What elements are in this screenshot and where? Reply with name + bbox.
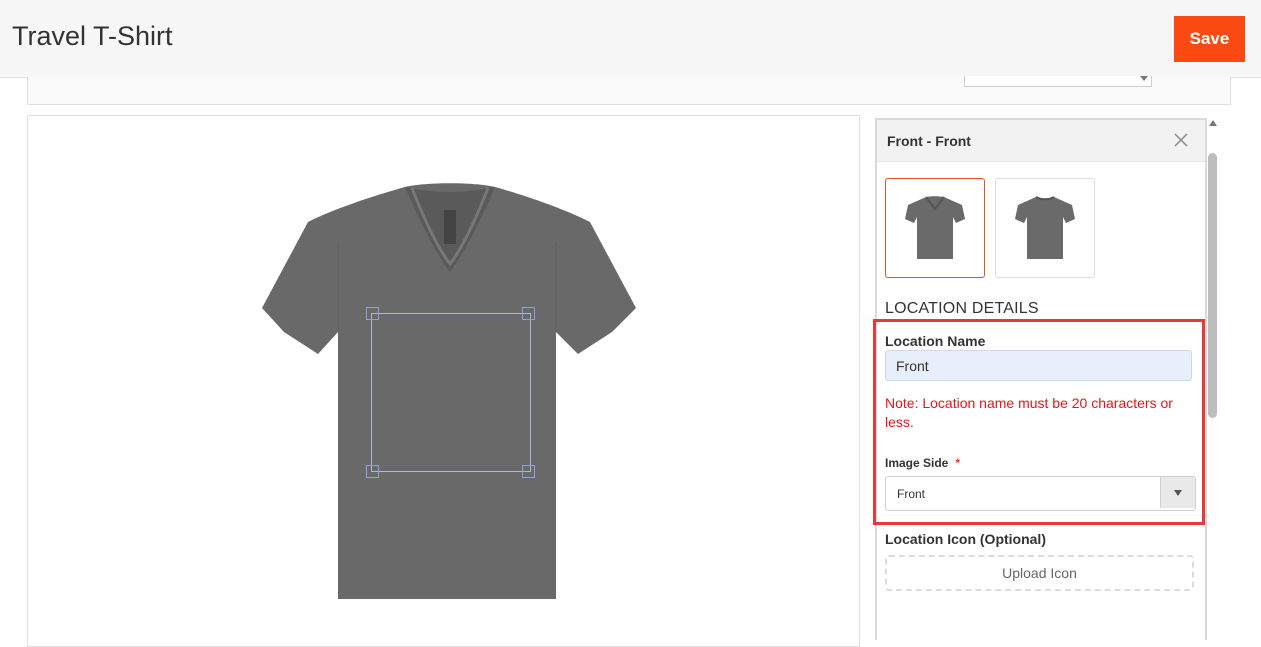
image-side-value: Front [897, 487, 926, 501]
validation-note: Note: Location name must be 20 character… [885, 395, 1173, 430]
resize-handle-bottom-left[interactable] [366, 465, 379, 478]
section-heading: LOCATION DETAILS [885, 300, 1039, 317]
image-side-select[interactable]: Front [885, 476, 1196, 511]
tshirt-back-icon [1015, 196, 1075, 259]
chevron-down-icon [1174, 490, 1182, 496]
page-title: Travel T-Shirt [12, 21, 173, 51]
location-icon-label: Location Icon (Optional) [885, 531, 1046, 547]
panel-title: Front - Front [887, 133, 971, 149]
back-thumbnail[interactable] [995, 178, 1095, 278]
panel-scrollbar[interactable] [1206, 115, 1220, 631]
scroll-up-arrow[interactable] [1209, 120, 1217, 126]
top-bar: Travel T-Shirt Save [0, 0, 1261, 78]
toolbar-strip [27, 76, 1231, 105]
location-name-label: Location Name [885, 333, 986, 349]
print-area-box[interactable] [371, 313, 531, 472]
scroll-thumb[interactable] [1208, 153, 1217, 418]
resize-handle-top-right[interactable] [522, 307, 535, 320]
resize-handle-top-left[interactable] [366, 307, 379, 320]
image-side-label: Image Side * [885, 456, 961, 470]
resize-handle-bottom-right[interactable] [522, 465, 535, 478]
design-canvas[interactable] [27, 115, 860, 647]
required-marker: * [955, 456, 961, 470]
tshirt-front-icon [905, 196, 965, 259]
save-button[interactable]: Save [1174, 16, 1245, 62]
location-panel: Front - Front LOCATION DETAILS Location … [875, 118, 1207, 640]
upload-icon-button[interactable]: Upload Icon [885, 555, 1194, 591]
location-name-input[interactable] [885, 350, 1192, 381]
chevron-down-icon [1140, 76, 1148, 81]
select-arrow[interactable] [1160, 477, 1195, 508]
close-icon[interactable] [1173, 132, 1189, 148]
toolbar-dropdown[interactable] [964, 76, 1152, 87]
front-thumbnail[interactable] [885, 178, 985, 278]
panel-header: Front - Front [877, 120, 1205, 162]
